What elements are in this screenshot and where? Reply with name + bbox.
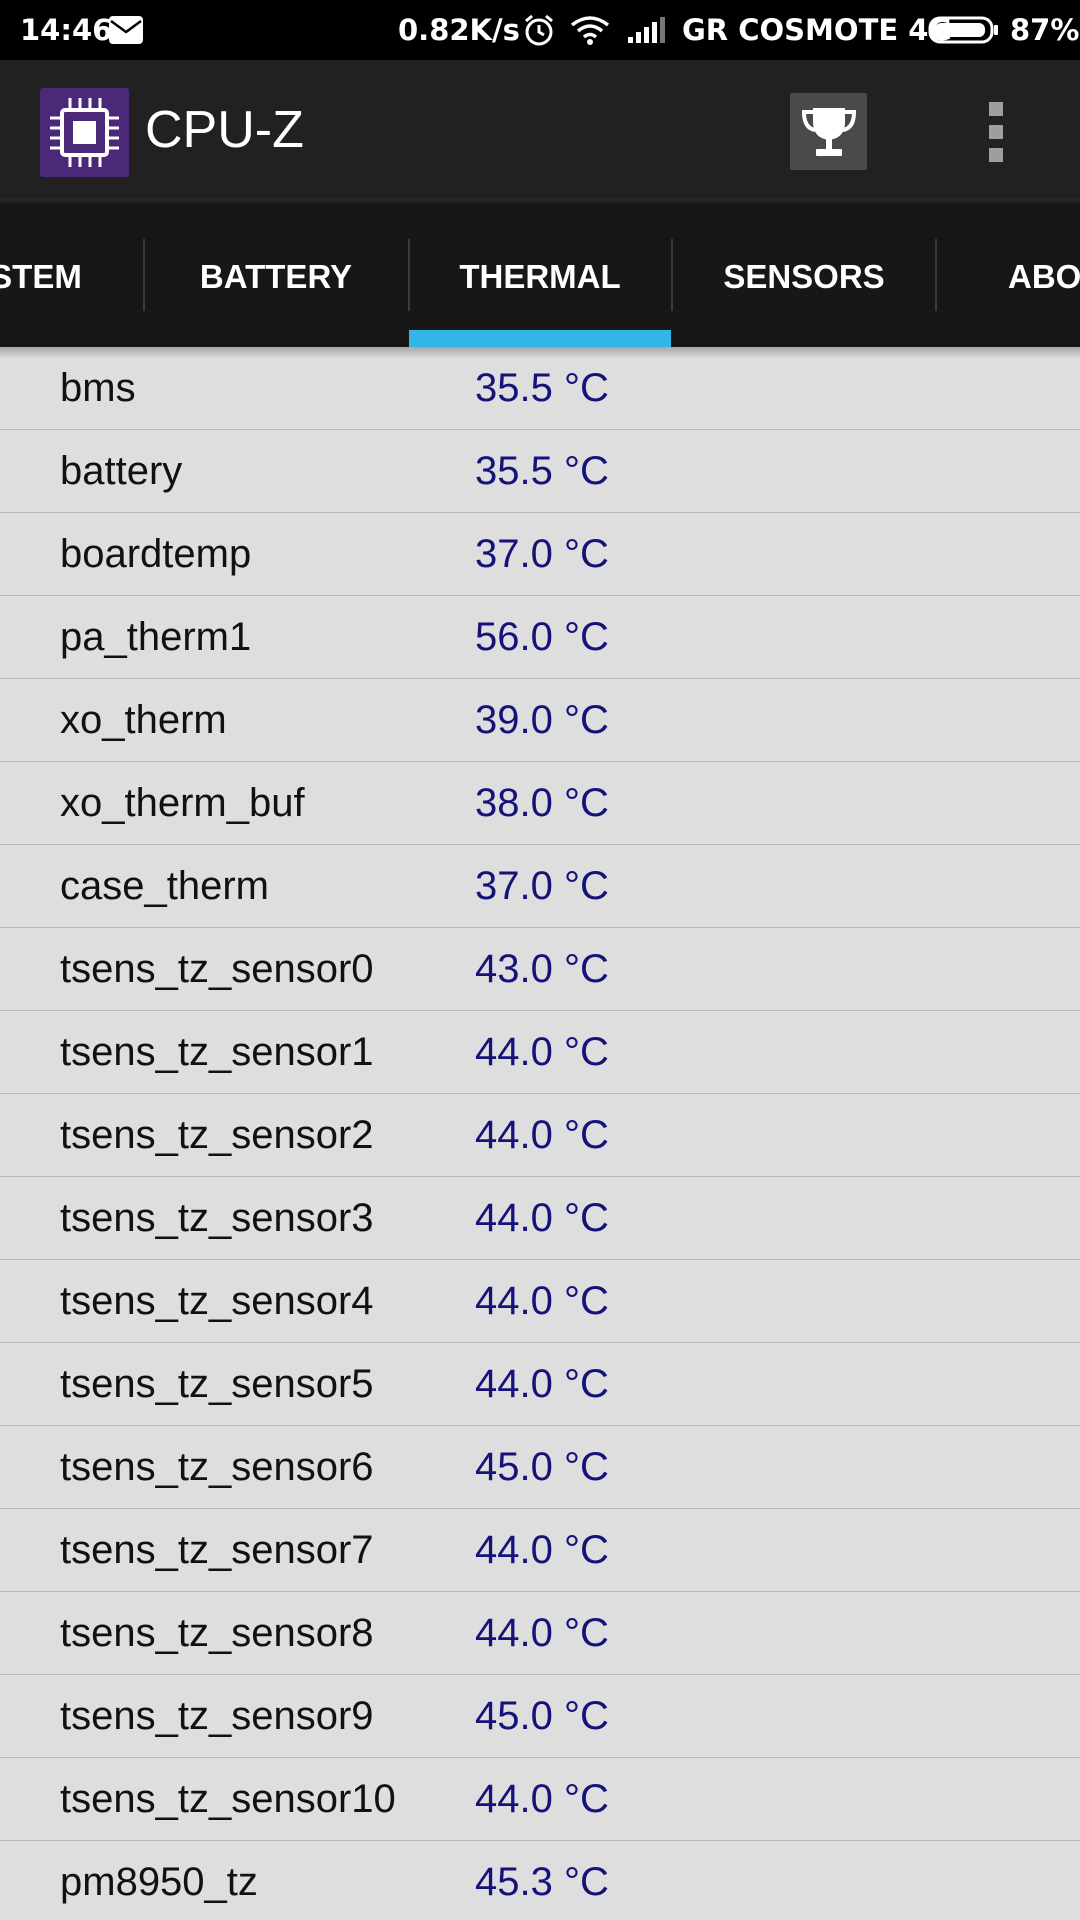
thermal-row: pm8950_tz 45.3 °C [0,1841,1080,1920]
sensor-temperature: 44.0 °C [475,1611,609,1655]
sensor-temperature: 44.0 °C [475,1777,609,1821]
sensor-name: tsens_tz_sensor2 [60,1113,374,1157]
sensor-name: tsens_tz_sensor5 [60,1362,374,1406]
tab-label: ABO [1008,257,1080,295]
thermal-row: tsens_tz_sensor7 44.0 °C [0,1509,1080,1592]
sensor-name: tsens_tz_sensor9 [60,1694,374,1738]
sensor-name: battery [60,449,183,493]
status-time: 14:46 [20,13,113,47]
sensor-temperature: 44.0 °C [475,1362,609,1406]
thermal-row: xo_therm 39.0 °C [0,679,1080,762]
tab-divider [935,239,937,311]
sensor-temperature: 44.0 °C [475,1528,609,1572]
sensor-name: pm8950_tz [60,1860,258,1904]
battery-icon [928,0,1000,60]
thermal-row: tsens_tz_sensor0 43.0 °C [0,928,1080,1011]
thermal-row: tsens_tz_sensor2 44.0 °C [0,1094,1080,1177]
list-shadow [0,347,1080,359]
thermal-row: tsens_tz_sensor3 44.0 °C [0,1177,1080,1260]
thermal-row: tsens_tz_sensor8 44.0 °C [0,1592,1080,1675]
tab-about[interactable]: ABO [958,206,1080,347]
sensor-name: tsens_tz_sensor8 [60,1611,374,1655]
tab-label: THERMAL [459,257,621,295]
thermal-row: boardtemp 37.0 °C [0,513,1080,596]
sensor-temperature: 44.0 °C [475,1196,609,1240]
sensor-name: tsens_tz_sensor3 [60,1196,374,1240]
battery-percent: 87% [1010,13,1080,47]
thermal-row: tsens_tz_sensor1 44.0 °C [0,1011,1080,1094]
mail-icon [108,0,144,60]
tab-thermal[interactable]: THERMAL [408,206,672,347]
sensor-name: tsens_tz_sensor10 [60,1777,396,1821]
thermal-row: case_therm 37.0 °C [0,845,1080,928]
sensor-name: boardtemp [60,532,252,576]
sensor-name: bms [60,366,136,410]
status-bar: 14:46 0.82K/s GR COSMOTE 4G 87% [0,0,1080,60]
tab-label: SENSORS [723,257,885,295]
thermal-list[interactable]: bms 35.5 °C battery 35.5 °C boardtemp 37.0 °C… [0,347,1080,1920]
sensor-temperature: 45.3 °C [475,1860,609,1904]
sensor-name: tsens_tz_sensor6 [60,1445,374,1489]
sensor-name: xo_therm_buf [60,781,305,825]
thermal-row: tsens_tz_sensor4 44.0 °C [0,1260,1080,1343]
network-speed: 0.82K/s [398,13,520,47]
sensor-name: tsens_tz_sensor4 [60,1279,374,1323]
thermal-row: tsens_tz_sensor5 44.0 °C [0,1343,1080,1426]
overflow-menu-button[interactable] [970,96,1022,168]
sensor-temperature: 44.0 °C [475,1279,609,1323]
sensor-temperature: 39.0 °C [475,698,609,742]
tab-label: STEM [0,257,82,295]
thermal-row: tsens_tz_sensor6 45.0 °C [0,1426,1080,1509]
wifi-icon [570,0,610,60]
overflow-menu-icon [989,102,1003,162]
thermal-row: tsens_tz_sensor10 44.0 °C [0,1758,1080,1841]
sensor-temperature: 43.0 °C [475,947,609,991]
sensor-temperature: 35.5 °C [475,449,609,493]
sensor-temperature: 35.5 °C [475,366,609,410]
thermal-row: xo_therm_buf 38.0 °C [0,762,1080,845]
tab-battery[interactable]: BATTERY [144,206,408,347]
app-logo-icon [40,88,129,177]
carrier-name: GR COSMOTE 4G [682,13,953,47]
sensor-name: xo_therm [60,698,227,742]
signal-icon [626,0,666,60]
sensor-temperature: 44.0 °C [475,1030,609,1074]
tab-indicator [409,330,671,347]
tab-label: BATTERY [199,257,353,295]
tab-sensors[interactable]: SENSORS [672,206,936,347]
sensor-temperature: 38.0 °C [475,781,609,825]
trophy-button[interactable] [790,93,867,170]
alarm-icon [522,0,556,60]
tab-bar: STEM BATTERY THERMAL SENSORS ABO [0,206,1080,347]
app-title: CPU-Z [145,101,304,159]
thermal-row: tsens_tz_sensor9 45.0 °C [0,1675,1080,1758]
app-bar: CPU-Z [0,60,1080,198]
sensor-temperature: 45.0 °C [475,1694,609,1738]
sensor-temperature: 56.0 °C [475,615,609,659]
sensor-temperature: 37.0 °C [475,532,609,576]
trophy-icon [801,107,856,156]
thermal-row: bms 35.5 °C [0,347,1080,430]
sensor-name: tsens_tz_sensor0 [60,947,374,991]
sensor-temperature: 44.0 °C [475,1113,609,1157]
sensor-temperature: 37.0 °C [475,864,609,908]
sensor-name: tsens_tz_sensor1 [60,1030,374,1074]
app-bar-shadow [0,198,1080,206]
sensor-name: pa_therm1 [60,615,252,659]
thermal-row: battery 35.5 °C [0,430,1080,513]
thermal-row: pa_therm1 56.0 °C [0,596,1080,679]
sensor-name: case_therm [60,864,269,908]
sensor-temperature: 45.0 °C [475,1445,609,1489]
sensor-name: tsens_tz_sensor7 [60,1528,374,1572]
